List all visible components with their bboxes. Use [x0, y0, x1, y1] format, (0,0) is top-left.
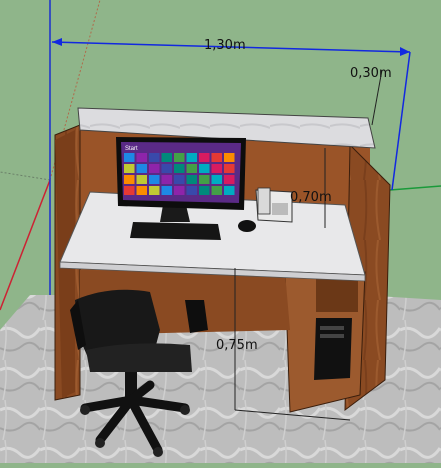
start-tile[interactable] [186, 175, 198, 184]
start-tile[interactable] [124, 153, 135, 162]
start-tile[interactable] [174, 164, 185, 173]
mouse[interactable] [238, 220, 256, 232]
start-tile[interactable] [224, 186, 235, 195]
start-tile[interactable] [199, 164, 210, 173]
start-tile[interactable] [136, 186, 148, 195]
start-tile[interactable] [224, 175, 235, 184]
3d-viewport[interactable]: Start 1,30m 0,30m 0,70m 0,75m [0, 0, 441, 463]
start-tile[interactable] [124, 186, 135, 195]
start-tile[interactable] [186, 186, 198, 195]
screen-start-label: Start [125, 146, 138, 152]
start-tile[interactable] [199, 153, 210, 162]
start-tile[interactable] [161, 175, 173, 184]
start-tile[interactable] [199, 175, 210, 184]
start-tile[interactable] [224, 153, 235, 162]
start-tile[interactable] [161, 153, 173, 162]
start-tile[interactable] [124, 164, 135, 173]
start-tile[interactable] [211, 186, 223, 195]
start-tile[interactable] [136, 164, 148, 173]
start-tile[interactable] [149, 164, 160, 173]
start-tile[interactable] [211, 164, 223, 173]
start-tile[interactable] [149, 153, 160, 162]
start-tile[interactable] [224, 164, 235, 173]
keyboard[interactable] [130, 222, 221, 240]
start-tile[interactable] [186, 164, 198, 173]
telephone-keypad [272, 203, 288, 215]
start-tile[interactable] [211, 153, 223, 162]
cabinet-shelf [316, 278, 358, 312]
start-tile[interactable] [211, 175, 223, 184]
start-tile[interactable] [174, 175, 185, 184]
start-tile[interactable] [174, 153, 185, 162]
start-tile[interactable] [136, 175, 148, 184]
start-tile[interactable] [186, 153, 198, 162]
width-dimension-label: 1,30m [204, 38, 246, 53]
start-tile[interactable] [149, 186, 160, 195]
desk-height-dimension-label: 0,75m [216, 338, 258, 353]
depth-dimension-label: 0,30m [350, 66, 392, 81]
start-tile[interactable] [174, 186, 185, 195]
start-tile[interactable] [161, 186, 173, 195]
start-tile[interactable] [149, 175, 160, 184]
counter-height-dimension-label: 0,70m [290, 190, 332, 205]
start-tile[interactable] [124, 175, 135, 184]
start-tile[interactable] [199, 186, 210, 195]
start-tile[interactable] [161, 164, 173, 173]
start-tile[interactable] [136, 153, 148, 162]
